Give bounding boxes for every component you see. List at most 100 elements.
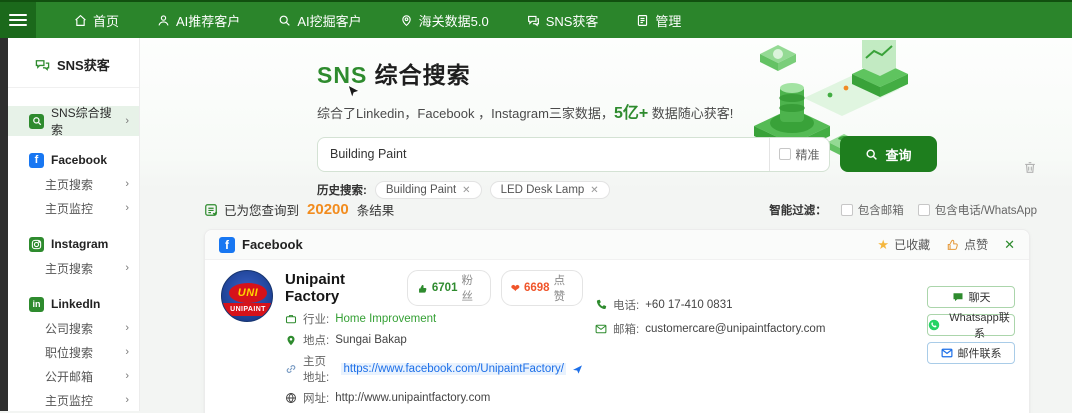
collected-button[interactable]: ★ 已收藏 [877, 236, 930, 253]
like-button[interactable]: 点赞 [946, 236, 988, 253]
sidebar-group-header-facebook[interactable]: f Facebook [8, 148, 139, 172]
precise-toggle[interactable]: 精准 [769, 138, 829, 171]
instagram-icon [29, 237, 44, 252]
search-input[interactable] [318, 138, 769, 171]
window-left-edge [0, 38, 8, 411]
nav-item-label: 海关数据5.0 [419, 11, 489, 30]
result-card: f Facebook ★ 已收藏 点赞 ✕ [204, 229, 1030, 413]
sidebar-item-li-company-search[interactable]: 公司搜索 › [8, 316, 139, 340]
result-card-body: UNI UNIPAINT Unipaint Factory 6701 粉丝 [205, 260, 1029, 406]
sidebar-group-linkedin: in LinkedIn 公司搜索 › 职位搜索 › 公开邮箱 › 主页监控 › [8, 292, 139, 412]
location-pin-icon [285, 334, 297, 346]
history-label: 历史搜索: [317, 182, 367, 198]
nav-item-ai-recommend[interactable]: AI推荐客户 [157, 11, 240, 30]
email-contact-button[interactable]: 邮件联系 [927, 342, 1015, 364]
sidebar-group-header-linkedin[interactable]: in LinkedIn [8, 292, 139, 316]
chevron-right-icon: › [125, 322, 129, 334]
chat-button[interactable]: 聊天 [927, 286, 1015, 308]
smart-filters: 智能过滤： 包含邮箱 包含电话/WhatsApp [769, 202, 1037, 218]
location-row: 地点: Sungai Bakap [285, 332, 583, 348]
sidebar-item-sns-search-active[interactable]: SNS综合搜索 › [8, 106, 139, 136]
clear-history-trash-icon[interactable] [1023, 160, 1037, 175]
search-icon [865, 148, 878, 161]
heart-icon: ❤ [511, 282, 520, 295]
results-count: 20200 [307, 201, 349, 218]
close-icon[interactable]: ✕ [1004, 237, 1015, 253]
sidebar-group-facebook: f Facebook 主页搜索 › 主页监控 › [8, 148, 139, 220]
results-header: 已为您查询到 20200 条结果 智能过滤： 包含邮箱 包含电话/WhatsAp… [140, 200, 1072, 219]
history-row: 历史搜索: Building Paint ✕ LED Desk Lamp ✕ [317, 181, 1072, 199]
filter-contains-phone[interactable]: 包含电话/WhatsApp [918, 202, 1037, 218]
chat-icon [527, 14, 540, 27]
whatsapp-icon [928, 319, 940, 331]
facebook-page-link[interactable]: https://www.facebook.com/UnipaintFactory… [341, 363, 566, 375]
person-icon [157, 14, 170, 27]
whatsapp-contact-button[interactable]: Whatsapp联系 [927, 314, 1015, 336]
hero-section: SNS 综合搜索 综合了Linkedin，Facebook ，Instagram… [140, 38, 1072, 188]
industry-value: Home Improvement [335, 313, 436, 325]
contains-email-checkbox[interactable] [841, 204, 853, 216]
green-search-icon [29, 114, 44, 129]
send-plane-icon[interactable] [572, 364, 583, 375]
chevron-right-icon: › [125, 394, 129, 406]
action-buttons: 聊天 Whatsapp联系 邮件联系 [927, 270, 1015, 406]
history-tag[interactable]: Building Paint ✕ [375, 181, 482, 199]
sidebar-title: SNS获客 [8, 38, 139, 88]
nav-items: 首页 AI推荐客户 AI挖掘客户 海关数据5.0 SNS获客 管理 [74, 2, 681, 38]
main-content: SNS 综合搜索 综合了Linkedin，Facebook ，Instagram… [140, 38, 1072, 411]
history-tag[interactable]: LED Desk Lamp ✕ [490, 181, 610, 199]
document-icon [636, 14, 649, 27]
email-value: customercare@unipaintfactory.com [645, 323, 825, 335]
sidebar-group-header-instagram[interactable]: Instagram [8, 232, 139, 256]
website-row: 网址: http://www.unipaintfactory.com [285, 390, 583, 406]
home-icon [74, 14, 87, 27]
followers-badge: 6701 粉丝 [407, 270, 491, 306]
star-icon: ★ [877, 237, 889, 253]
chevron-right-icon: › [125, 370, 129, 382]
website-value: http://www.unipaintfactory.com [335, 392, 490, 404]
remove-tag-icon[interactable]: ✕ [590, 185, 598, 196]
sidebar: SNS获客 SNS综合搜索 › f Facebook 主页搜索 › 主页监控 › [8, 38, 140, 411]
nav-item-home[interactable]: 首页 [74, 11, 119, 30]
platform-label: f Facebook [219, 237, 303, 253]
phone-icon [595, 299, 607, 311]
results-section: 已为您查询到 20200 条结果 智能过滤： 包含邮箱 包含电话/WhatsAp… [140, 188, 1072, 413]
nav-item-ai-mining[interactable]: AI挖掘客户 [278, 11, 361, 30]
chevron-right-icon: › [125, 178, 129, 190]
thumbs-up-icon [946, 238, 959, 251]
nav-item-label: AI推荐客户 [176, 11, 240, 30]
phone-row: 电话: +60 17-410 0831 [595, 297, 915, 313]
nav-item-label: SNS获客 [546, 11, 599, 30]
nav-item-sns[interactable]: SNS获客 [527, 11, 599, 30]
sidebar-item-ig-page-search[interactable]: 主页搜索 › [8, 256, 139, 280]
search-button[interactable]: 查询 [840, 136, 937, 172]
sidebar-item-fb-page-monitor[interactable]: 主页监控 › [8, 196, 139, 220]
chevron-right-icon: › [125, 262, 129, 274]
sidebar-item-li-public-email[interactable]: 公开邮箱 › [8, 364, 139, 388]
nav-item-admin[interactable]: 管理 [636, 11, 681, 30]
page-subtitle: 综合了Linkedin，Facebook ，Instagram三家数据，5亿+ … [317, 99, 1072, 123]
search-box: 精准 [317, 137, 830, 172]
sidebar-item-li-page-monitor[interactable]: 主页监控 › [8, 388, 139, 412]
nav-item-customs-data[interactable]: 海关数据5.0 [400, 11, 489, 30]
company-logo: UNI UNIPAINT [221, 270, 273, 322]
result-card-header: f Facebook ★ 已收藏 点赞 ✕ [205, 230, 1029, 260]
sidebar-item-fb-page-search[interactable]: 主页搜索 › [8, 172, 139, 196]
company-info: Unipaint Factory 6701 粉丝 ❤ 6698 点赞 [285, 270, 583, 406]
link-icon [285, 363, 297, 375]
remove-tag-icon[interactable]: ✕ [462, 185, 470, 196]
facebook-icon: f [29, 153, 44, 168]
briefcase-icon [285, 313, 297, 325]
precise-checkbox[interactable] [779, 148, 791, 160]
chevron-right-icon: › [125, 202, 129, 214]
page-url-row: 主页地址: https://www.facebook.com/UnipaintF… [285, 353, 583, 385]
email-row: 邮箱: customercare@unipaintfactory.com [595, 321, 915, 337]
top-navbar: 首页 AI推荐客户 AI挖掘客户 海关数据5.0 SNS获客 管理 [0, 0, 1072, 38]
location-value: Sungai Bakap [335, 334, 407, 346]
hamburger-menu-icon[interactable] [0, 2, 36, 38]
envelope-icon [941, 347, 953, 359]
sidebar-item-li-job-search[interactable]: 职位搜索 › [8, 340, 139, 364]
nav-item-label: 首页 [93, 11, 119, 30]
filter-contains-email[interactable]: 包含邮箱 [841, 202, 904, 218]
contains-phone-checkbox[interactable] [918, 204, 930, 216]
